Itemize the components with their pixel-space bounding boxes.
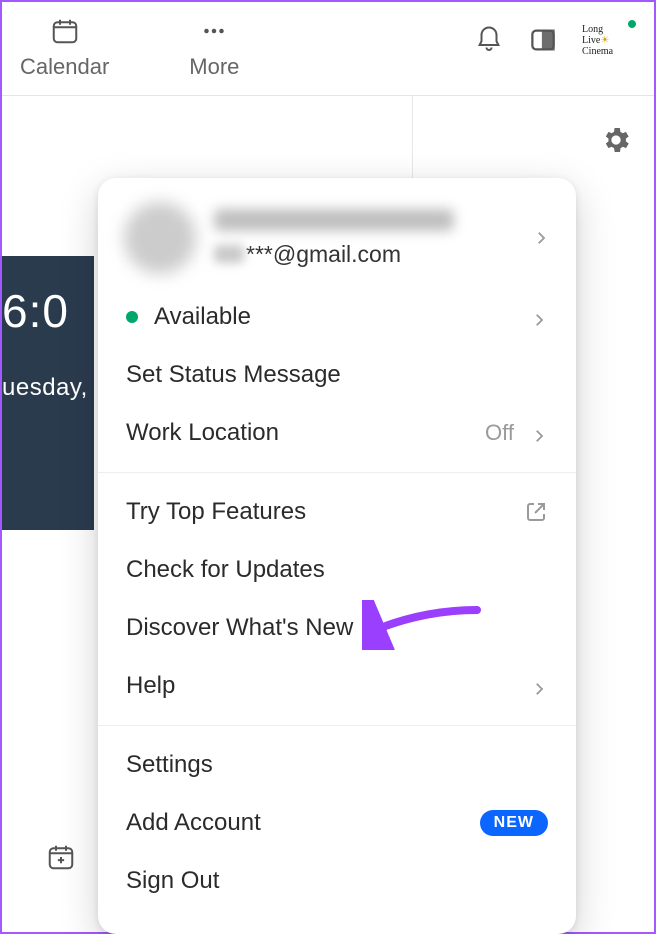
menu-profile-row[interactable]: ***@gmail.com (98, 188, 576, 288)
chevron-right-icon (530, 308, 548, 326)
external-link-icon (524, 500, 548, 524)
settings-gear-button[interactable] (600, 124, 632, 156)
more-icon (197, 14, 231, 48)
menu-status-row[interactable]: Available (98, 288, 576, 346)
menu-divider (98, 725, 576, 726)
add-event-button[interactable] (46, 842, 76, 872)
calendar-label: Calendar (20, 54, 109, 80)
account-avatar[interactable]: LongLive☀Cinema (582, 22, 636, 62)
profile-name-redacted (214, 209, 454, 231)
work-location-value: Off (485, 420, 514, 446)
menu-discover-row[interactable]: Discover What's New (98, 599, 576, 657)
home-time-panel: 6:0 uesday, (2, 256, 94, 530)
page-body: 6:0 uesday, ***@gmail.com Available (2, 96, 654, 932)
more-tab[interactable]: More (189, 14, 239, 80)
new-badge: NEW (480, 810, 548, 836)
profile-picture (124, 202, 196, 274)
status-available-icon (126, 311, 138, 323)
menu-set-status-row[interactable]: Set Status Message (98, 346, 576, 404)
panel-toggle-icon[interactable] (528, 25, 558, 60)
status-label: Available (154, 303, 530, 331)
profile-email: ***@gmail.com (214, 241, 514, 268)
calendar-tab[interactable]: Calendar (20, 14, 109, 80)
more-label: More (189, 54, 239, 80)
chevron-right-icon (530, 677, 548, 695)
presence-dot-icon (626, 18, 638, 30)
menu-settings-row[interactable]: Settings (98, 736, 576, 794)
bell-icon[interactable] (474, 25, 504, 60)
clock-day: uesday, (2, 374, 94, 402)
chevron-right-icon (532, 229, 550, 247)
top-toolbar: Calendar More LongLive☀Cinema (2, 2, 654, 96)
menu-work-location-row[interactable]: Work Location Off (98, 404, 576, 462)
menu-divider (98, 472, 576, 473)
clock-time: 6:0 (2, 284, 94, 338)
chevron-right-icon (530, 424, 548, 442)
menu-help-row[interactable]: Help (98, 657, 576, 715)
avatar-text: LongLive☀Cinema (582, 24, 613, 57)
menu-add-account-row[interactable]: Add Account NEW (98, 794, 576, 852)
menu-check-updates-row[interactable]: Check for Updates (98, 541, 576, 599)
menu-try-features-row[interactable]: Try Top Features (98, 483, 576, 541)
account-menu: ***@gmail.com Available Set Status Messa… (98, 178, 576, 934)
calendar-icon (48, 14, 82, 48)
menu-sign-out-row[interactable]: Sign Out (98, 852, 576, 910)
